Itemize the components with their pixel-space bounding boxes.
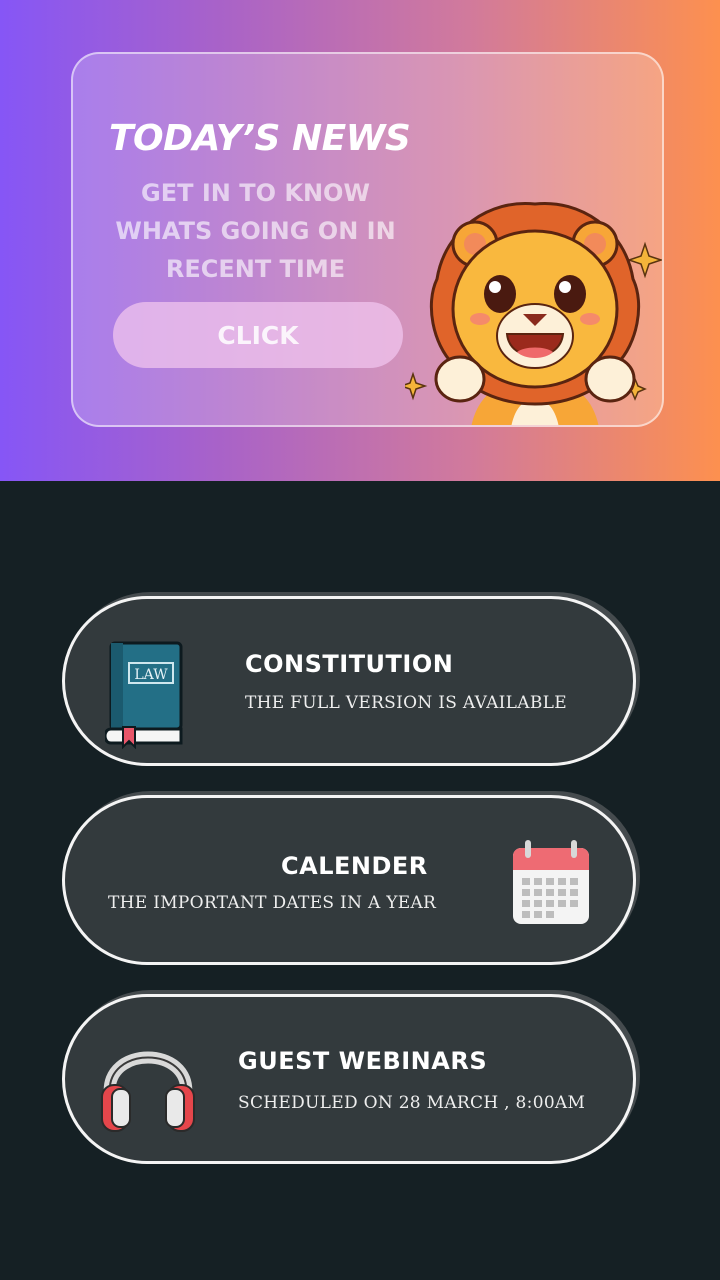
card-subtitle: THE IMPORTANT DATES IN A YEAR [108, 893, 437, 913]
card-subtitle: SCHEDULED ON 28 MARCH , 8:00AM [238, 1093, 586, 1113]
webinars-card[interactable]: GUEST WEBINARS SCHEDULED ON 28 MARCH , 8… [62, 994, 636, 1164]
card-title: GUEST WEBINARS [238, 1047, 488, 1075]
card-title: CONSTITUTION [245, 650, 454, 678]
click-button[interactable]: CLICK [113, 302, 403, 368]
card-subtitle: THE FULL VERSION IS AVAILABLE [245, 693, 567, 713]
calendar-icon [513, 840, 589, 924]
book-label: LAW [134, 667, 168, 683]
headphones-icon [101, 1051, 195, 1132]
card-title: CALENDER [281, 852, 428, 880]
constitution-card[interactable]: LAW CONSTITUTION THE FULL VERSION IS AVA… [62, 596, 636, 766]
news-card: TODAY’S NEWS GET IN TO KNOW WHATS GOING … [71, 52, 664, 427]
calendar-card[interactable]: CALENDER THE IMPORTANT DATES IN A YEAR [62, 795, 636, 965]
hero-banner: TODAY’S NEWS GET IN TO KNOW WHATS GOING … [0, 0, 720, 481]
law-book-icon: LAW [105, 641, 183, 749]
news-title: TODAY’S NEWS [109, 118, 411, 159]
news-subtitle: GET IN TO KNOW WHATS GOING ON IN RECENT … [115, 179, 396, 283]
lion-mascot-icon [405, 201, 662, 425]
